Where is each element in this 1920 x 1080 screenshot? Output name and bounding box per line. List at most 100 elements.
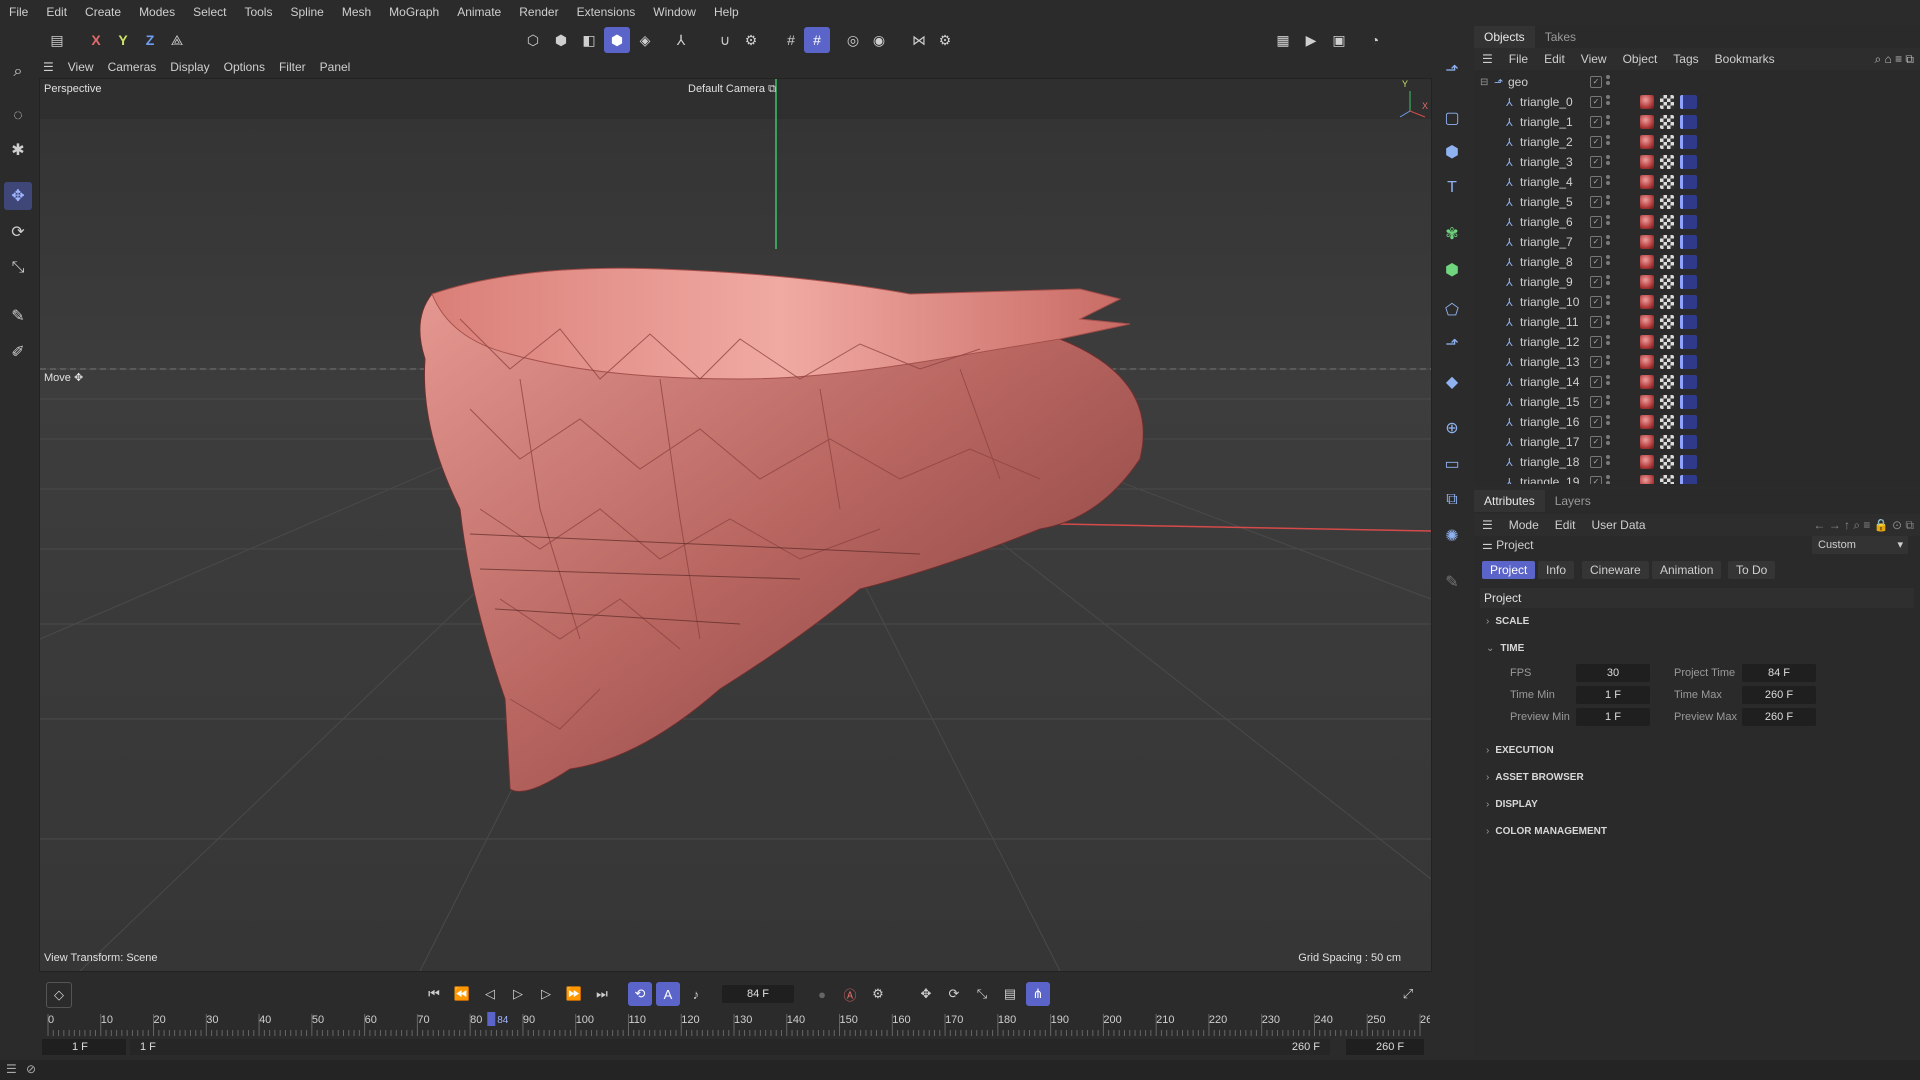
selection-tag-icon[interactable] [1680, 275, 1697, 289]
material-tag-icon[interactable] [1640, 455, 1654, 469]
attributes-menu-edit[interactable]: Edit [1547, 518, 1584, 532]
attributes-menu-mode[interactable]: Mode [1501, 518, 1547, 532]
grid-snap-icon[interactable]: # [778, 27, 804, 53]
previous-frame-icon[interactable]: ◁ [478, 982, 502, 1006]
viewport[interactable]: Perspective Default Camera ⧉ Y X Move ✥ … [39, 78, 1432, 972]
selection-tag-icon[interactable] [1680, 155, 1697, 169]
snap-settings-icon[interactable]: ⚙ [738, 27, 764, 53]
visibility-toggle[interactable]: ✓ [1590, 236, 1602, 248]
subtab-project[interactable]: Project [1482, 561, 1536, 579]
range-slider[interactable]: 1 F 260 F [130, 1039, 1330, 1055]
paint-tool-icon[interactable]: ✐ [4, 338, 32, 366]
symmetry-settings-icon[interactable]: ⚙ [932, 27, 958, 53]
selection-tag-icon[interactable] [1680, 335, 1697, 349]
attributes-nav-icons[interactable]: ← → ↑ ⌕ ≡ 🔒 ⊙ ⧉ [1813, 518, 1920, 533]
z-axis-lock-button[interactable]: Z [137, 27, 163, 53]
axis-mode-icon[interactable]: ⅄ [668, 27, 694, 53]
subtab-todo[interactable]: To Do [1728, 561, 1776, 579]
texture-tag-icon[interactable] [1660, 295, 1674, 309]
menu-mograph[interactable]: MoGraph [380, 0, 448, 24]
viewport-menu-display[interactable]: Display [163, 60, 216, 74]
viewport-menu-view[interactable]: View [61, 60, 101, 74]
texture-tag-icon[interactable] [1660, 415, 1674, 429]
objects-menu-file[interactable]: File [1501, 52, 1536, 66]
scene-icon[interactable]: ⧉ [1438, 486, 1466, 514]
material-tag-icon[interactable] [1640, 215, 1654, 229]
editor-render-dots[interactable] [1606, 435, 1610, 447]
selection-tag-icon[interactable] [1680, 375, 1697, 389]
menu-help[interactable]: Help [705, 0, 748, 24]
cube-icon[interactable]: ⬢ [1438, 138, 1466, 166]
object-row[interactable]: ⅄ triangle_18 ✓ [1474, 452, 1914, 472]
timeline-ruler[interactable]: 0 10 20 30 40 50 60 70 80 90 100 110 120 130 140 150 160… [36, 1010, 1438, 1038]
object-row[interactable]: ⅄ triangle_3 ✓ [1474, 152, 1914, 172]
object-row[interactable]: ⅄ triangle_13 ✓ [1474, 352, 1914, 372]
editor-render-dots[interactable] [1606, 235, 1610, 247]
camera-label[interactable]: Default Camera ⧉ [688, 83, 776, 96]
object-row[interactable]: ⅄ triangle_11 ✓ [1474, 312, 1914, 332]
object-row[interactable]: ⅄ triangle_5 ✓ [1474, 192, 1914, 212]
preset-dropdown[interactable]: Custom ▾ [1812, 536, 1908, 554]
scale-tool-icon[interactable]: ⤡ [4, 254, 32, 282]
object-row[interactable]: ⅄ triangle_8 ✓ [1474, 252, 1914, 272]
objects-menu-view[interactable]: View [1573, 52, 1615, 66]
object-row[interactable]: ⅄ triangle_14 ✓ [1474, 372, 1914, 392]
record-icon[interactable]: ● [810, 982, 834, 1006]
visibility-toggle[interactable]: ✓ [1590, 116, 1602, 128]
autokey-icon[interactable]: Ⓐ [838, 982, 862, 1006]
x-axis-lock-button[interactable]: X [83, 27, 109, 53]
object-row[interactable]: ⅄ triangle_10 ✓ [1474, 292, 1914, 312]
visibility-toggle[interactable]: ✓ [1590, 156, 1602, 168]
loop-icon[interactable]: ⟲ [628, 982, 652, 1006]
editor-render-dots[interactable] [1606, 415, 1610, 427]
material-tag-icon[interactable] [1640, 155, 1654, 169]
material-tag-icon[interactable] [1640, 135, 1654, 149]
generator-icon[interactable]: ✾ [1438, 220, 1466, 248]
go-to-start-icon[interactable]: ⏮ [422, 982, 446, 1006]
objects-menu-tags[interactable]: Tags [1665, 52, 1706, 66]
editor-render-dots[interactable] [1606, 175, 1610, 187]
y-axis-lock-button[interactable]: Y [110, 27, 136, 53]
viewport-menu-options[interactable]: Options [217, 60, 272, 74]
section-color-management[interactable]: › COLOR MANAGEMENT [1486, 826, 1607, 837]
object-row[interactable]: ⅄ triangle_0 ✓ [1474, 92, 1914, 112]
viewport-menu-cameras[interactable]: Cameras [101, 60, 164, 74]
object-row[interactable]: ⅄ triangle_16 ✓ [1474, 412, 1914, 432]
visibility-toggle[interactable]: ✓ [1590, 376, 1602, 388]
texture-mode-icon[interactable]: ◈ [632, 27, 658, 53]
texture-tag-icon[interactable] [1660, 355, 1674, 369]
selection-tag-icon[interactable] [1680, 255, 1697, 269]
texture-tag-icon[interactable] [1660, 275, 1674, 289]
text-icon[interactable]: T [1438, 174, 1466, 202]
selection-tag-icon[interactable] [1680, 395, 1697, 409]
visibility-toggle[interactable]: ✓ [1590, 296, 1602, 308]
visibility-toggle[interactable]: ✓ [1590, 196, 1602, 208]
editor-render-dots[interactable] [1606, 215, 1610, 227]
material-tag-icon[interactable] [1640, 115, 1654, 129]
menu-modes[interactable]: Modes [130, 0, 184, 24]
object-row[interactable]: ⅄ triangle_2 ✓ [1474, 132, 1914, 152]
visibility-toggle[interactable]: ✓ [1590, 436, 1602, 448]
texture-tag-icon[interactable] [1660, 455, 1674, 469]
attributes-menu-userdata[interactable]: User Data [1583, 518, 1653, 532]
menu-window[interactable]: Window [644, 0, 705, 24]
texture-tag-icon[interactable] [1660, 315, 1674, 329]
key-pla-icon[interactable]: ⋔ [1026, 982, 1050, 1006]
menu-tools[interactable]: Tools [235, 0, 281, 24]
key-position-icon[interactable]: ✥ [914, 982, 938, 1006]
tab-objects[interactable]: Objects [1474, 26, 1535, 48]
material-tag-icon[interactable] [1640, 235, 1654, 249]
rotate-tool-icon[interactable]: ⟳ [4, 218, 32, 246]
render-region-icon[interactable]: ◎ [840, 27, 866, 53]
range-start-field[interactable]: 1 F [42, 1039, 126, 1055]
object-row[interactable]: ⅄ triangle_9 ✓ [1474, 272, 1914, 292]
texture-tag-icon[interactable] [1660, 135, 1674, 149]
pen-icon[interactable]: ✎ [1438, 568, 1466, 596]
subtab-info[interactable]: Info [1538, 561, 1575, 579]
objects-search-icons[interactable]: ⌕ ⌂ ≡ ⧉ [1874, 52, 1920, 67]
material-tag-icon[interactable] [1640, 295, 1654, 309]
menu-spline[interactable]: Spline [281, 0, 332, 24]
editor-render-dots[interactable] [1606, 455, 1610, 467]
viewport-canvas[interactable] [40, 79, 1431, 971]
editor-render-dots[interactable] [1606, 375, 1610, 387]
